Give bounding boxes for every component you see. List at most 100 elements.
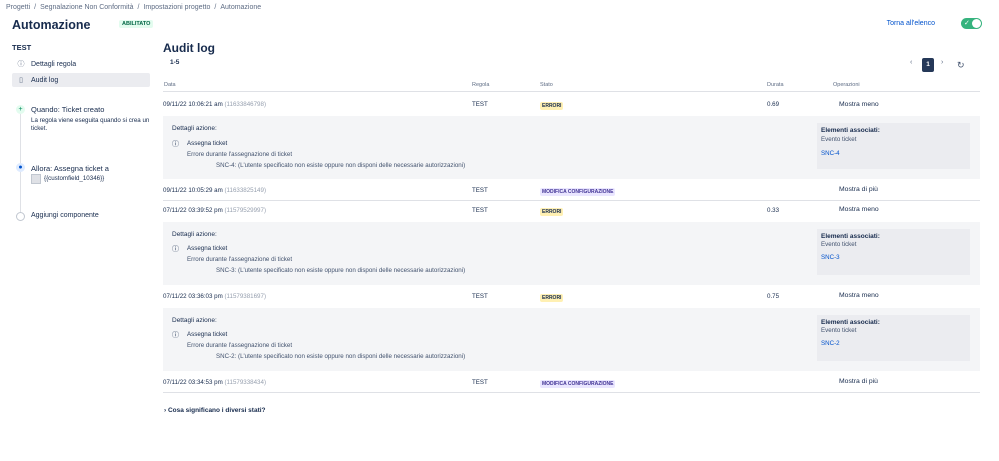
status-lozenge: MODIFICA CONFIGURAZIONE bbox=[540, 380, 616, 388]
info-icon: ⓘ bbox=[172, 332, 179, 339]
associated-items-title: Elementi associati: bbox=[821, 319, 880, 326]
status-help-toggle[interactable]: › Cosa significano i diversi stati? bbox=[164, 407, 266, 414]
details-heading: Dettagli azione: bbox=[172, 125, 217, 132]
associated-items-title: Elementi associati: bbox=[821, 233, 880, 240]
details-heading: Dettagli azione: bbox=[172, 231, 217, 238]
breadcrumb-item-project[interactable]: Segnalazione Non Conformità bbox=[40, 4, 133, 11]
rule-enabled-toggle[interactable]: ✓ bbox=[961, 18, 982, 29]
row-id: (11633846798) bbox=[224, 101, 266, 108]
row-id: (11579338434) bbox=[224, 379, 266, 386]
toggle-details-button[interactable]: Mostra meno bbox=[839, 292, 879, 299]
breadcrumb-separator: / bbox=[34, 4, 37, 11]
add-component-link[interactable]: Aggiungi componente bbox=[31, 212, 99, 219]
status-lozenge: ERRORI bbox=[540, 294, 564, 302]
row-id: (11633825149) bbox=[224, 187, 266, 194]
detail-action: Assegna ticket bbox=[187, 140, 228, 147]
row-divider bbox=[163, 200, 980, 201]
row-date: 09/11/22 10:05:29 am bbox=[163, 187, 223, 194]
action-user-icon: ● bbox=[16, 163, 25, 172]
status-lozenge: ERRORI bbox=[540, 208, 564, 216]
info-icon: ⓘ bbox=[17, 61, 25, 68]
associated-event: Evento ticket bbox=[821, 327, 857, 334]
toggle-details-button[interactable]: Mostra di più bbox=[839, 186, 878, 193]
status-lozenge: ERRORI bbox=[540, 102, 564, 110]
column-header-durata: Durata bbox=[767, 82, 784, 88]
chevron-right-icon: › bbox=[164, 407, 167, 414]
table-row-date: 09/11/22 10:06:21 am (11633846798) bbox=[163, 101, 266, 108]
associated-items-title: Elementi associati: bbox=[821, 127, 880, 134]
row-duration: 0.75 bbox=[767, 293, 780, 300]
pagination-next-icon[interactable]: › bbox=[941, 59, 943, 66]
row-rule: TEST bbox=[472, 207, 488, 214]
detail-action: Assegna ticket bbox=[187, 245, 228, 252]
associated-event: Evento ticket bbox=[821, 241, 857, 248]
row-id: (11579529997) bbox=[224, 207, 266, 214]
row-duration: 0.33 bbox=[767, 207, 780, 214]
status-lozenge: MODIFICA CONFIGURAZIONE bbox=[540, 188, 616, 196]
audit-log-title: Audit log bbox=[163, 41, 215, 55]
sidebar-item-audit-log[interactable]: ▯ Audit log bbox=[12, 73, 150, 87]
column-header-stato: Stato bbox=[540, 82, 553, 88]
detail-message: SNC-4: (L'utente specificato non esiste … bbox=[216, 162, 466, 169]
table-row-date: 09/11/22 10:05:29 am (11633825149) bbox=[163, 187, 266, 194]
row-date: 07/11/22 03:39:52 pm bbox=[163, 207, 223, 214]
sidebar-item-label: Audit log bbox=[31, 76, 59, 84]
toggle-details-button[interactable]: Mostra di più bbox=[839, 378, 878, 385]
pagination-prev-icon[interactable]: ‹ bbox=[910, 59, 912, 66]
issue-link[interactable]: SNC-2 bbox=[821, 340, 840, 347]
table-row-date: 07/11/22 03:39:52 pm (11579529997) bbox=[163, 207, 266, 214]
issue-link[interactable]: SNC-4 bbox=[821, 150, 840, 157]
result-count: 1-5 bbox=[170, 59, 180, 66]
breadcrumb-item-settings[interactable]: Impostazioni progetto bbox=[143, 4, 210, 11]
row-date: 07/11/22 03:34:53 pm bbox=[163, 379, 223, 386]
pagination-page-1[interactable]: 1 bbox=[922, 58, 934, 72]
issue-link[interactable]: SNC-3 bbox=[821, 254, 840, 261]
row-rule: TEST bbox=[472, 293, 488, 300]
detail-error: Errore durante l'assegnazione di ticket bbox=[187, 151, 293, 158]
details-heading: Dettagli azione: bbox=[172, 317, 217, 324]
breadcrumb-separator: / bbox=[214, 4, 217, 11]
back-to-list-link[interactable]: Torna all'elenco bbox=[887, 20, 935, 27]
table-row-date: 07/11/22 03:34:53 pm (11579338434) bbox=[163, 379, 266, 386]
action-title[interactable]: Allora: Assegna ticket a bbox=[31, 164, 109, 173]
action-field: {{customfield_10346}} bbox=[44, 175, 105, 182]
breadcrumb-item-automation[interactable]: Automazione bbox=[220, 4, 261, 11]
toggle-details-button[interactable]: Mostra meno bbox=[839, 206, 879, 213]
row-date: 09/11/22 10:06:21 am bbox=[163, 101, 223, 108]
breadcrumb-item-progetti[interactable]: Progetti bbox=[6, 4, 30, 11]
toggle-details-button[interactable]: Mostra meno bbox=[839, 101, 879, 108]
row-duration: 0.69 bbox=[767, 101, 780, 108]
sidebar-item-label: Dettagli regola bbox=[31, 60, 77, 68]
detail-message: SNC-2: (L'utente specificato non esiste … bbox=[216, 353, 466, 360]
toggle-knob bbox=[972, 19, 981, 28]
document-icon: ▯ bbox=[19, 77, 23, 84]
trigger-title[interactable]: Quando: Ticket creato bbox=[31, 105, 104, 114]
trigger-plus-icon: + bbox=[16, 105, 25, 114]
column-header-data: Data bbox=[164, 82, 176, 88]
rule-flow-line bbox=[20, 106, 21, 216]
row-divider bbox=[163, 392, 980, 393]
info-icon: ⓘ bbox=[172, 246, 179, 253]
status-help-label: Cosa significano i diversi stati? bbox=[167, 407, 266, 414]
detail-error: Errore durante l'assegnazione di ticket bbox=[187, 342, 293, 349]
avatar bbox=[31, 174, 41, 184]
row-rule: TEST bbox=[472, 187, 488, 194]
trigger-description: La regola viene eseguita quando si crea … bbox=[31, 117, 150, 132]
sidebar-item-rule-details[interactable]: ⓘ Dettagli regola bbox=[12, 57, 150, 71]
column-header-regola: Regola bbox=[472, 82, 490, 88]
check-icon: ✓ bbox=[964, 20, 970, 27]
row-rule: TEST bbox=[472, 379, 488, 386]
breadcrumb: Progetti / Segnalazione Non Conformità / Imp… bbox=[6, 4, 261, 11]
detail-action: Assegna ticket bbox=[187, 331, 228, 338]
row-rule: TEST bbox=[472, 101, 488, 108]
breadcrumb-separator: / bbox=[137, 4, 140, 11]
column-header-operazioni: Operazioni bbox=[833, 82, 860, 88]
detail-error: Errore durante l'assegnazione di ticket bbox=[187, 256, 293, 263]
info-icon: ⓘ bbox=[172, 141, 179, 148]
refresh-icon[interactable]: ↻ bbox=[957, 60, 965, 71]
row-id: (11579381697) bbox=[224, 293, 266, 300]
page-title: Automazione bbox=[12, 18, 91, 32]
rule-name: TEST bbox=[12, 43, 32, 52]
status-badge: ABILITATO bbox=[119, 20, 154, 28]
row-date: 07/11/22 03:36:03 pm bbox=[163, 293, 223, 300]
